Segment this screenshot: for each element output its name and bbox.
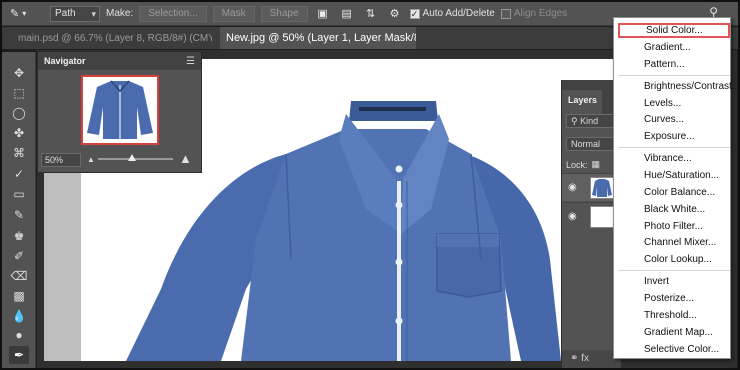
blur-tool-icon[interactable]: 💧 [9,307,29,325]
zoom-field[interactable]: 50% [41,153,81,167]
zoom-in-icon[interactable]: ▲ [179,151,192,166]
mask-button[interactable]: Mask [212,5,255,22]
menu-item-color-lookup[interactable]: Color Lookup... [618,252,730,267]
menu-item-pattern[interactable]: Pattern... [618,57,730,72]
align-edges-checkbox[interactable]: Align Edges [500,8,568,19]
layer-thumbnail [590,177,614,199]
pen-icon: ✎ [10,8,20,20]
tab-label: main.psd @ 66.7% (Layer 8, RGB/8#) (CMYK… [18,32,212,44]
menu-separator [618,270,730,271]
menu-item-color-balance[interactable]: Color Balance... [618,185,730,200]
eraser-tool-icon[interactable]: ⌫ [9,267,29,285]
lock-label: Lock: [566,159,588,170]
link-icon[interactable]: ⚭ [570,353,578,364]
menu-item-curves[interactable]: Curves... [618,112,730,127]
shape-button[interactable]: Shape [260,5,308,22]
eyedropper-tool-icon[interactable]: ✓ [9,165,29,183]
navigator-header: Navigator ☰ [38,52,201,70]
lock-row: Lock: ▦ [566,159,600,170]
menu-item-photo-filter[interactable]: Photo Filter... [618,219,730,234]
history-brush-tool-icon[interactable]: ✐ [9,247,29,265]
navigator-panel: Navigator ☰ 50% ▲ ▲ [37,51,202,173]
menu-item-gradient-map[interactable]: Gradient Map... [618,325,730,340]
marquee-tool-icon[interactable]: ⬚ [9,84,29,102]
lock-transparent-icon[interactable]: ▦ [592,159,601,170]
menu-item-levels[interactable]: Levels... [618,96,730,111]
zoom-slider-handle[interactable] [128,154,136,161]
path-arrangement-icon[interactable]: ⇅ [362,6,380,22]
chevron-down-icon: ▾ [22,9,27,18]
menu-item-brightness-contrast[interactable]: Brightness/Contrast... [618,79,740,94]
make-label: Make: [106,8,134,19]
path-operations-icon[interactable]: ▣ [314,6,332,22]
kind-label: Kind [580,116,599,126]
shirt-thumbnail-image [592,179,612,197]
lasso-tool-icon[interactable]: ◯ [9,104,29,122]
align-edges-label: Align Edges [513,8,568,19]
menu-item-channel-mixer[interactable]: Channel Mixer... [618,235,730,250]
adjustment-layer-menu: Solid Color... Gradient... Pattern... Br… [613,17,740,359]
menu-item-solid-color[interactable]: Solid Color... [618,23,730,38]
shirt-thumbnail-image [87,80,153,139]
auto-add-delete-label: Auto Add/Delete [422,8,495,19]
menu-item-threshold[interactable]: Threshold... [618,308,730,323]
checkbox-box-icon [500,8,511,19]
auto-add-delete-checkbox[interactable]: ✓ Auto Add/Delete [409,8,495,19]
healing-brush-tool-icon[interactable]: ▭ [9,185,29,203]
menu-item-vibrance[interactable]: Vibrance... [618,151,730,166]
zoom-out-icon[interactable]: ▲ [87,155,95,164]
gradient-tool-icon[interactable]: ▩ [9,287,29,305]
menu-item-hue-saturation[interactable]: Hue/Saturation... [618,168,730,183]
eye-icon[interactable]: ◉ [568,182,577,193]
selection-button[interactable]: Selection... [139,5,207,22]
navigator-preview[interactable] [81,75,159,145]
mode-select[interactable]: Path [50,5,100,22]
panel-menu-icon[interactable]: ☰ [186,56,195,67]
menu-item-black-white[interactable]: Black White... [618,202,730,217]
eye-icon[interactable]: ◉ [568,211,577,222]
menu-item-invert[interactable]: Invert [618,274,730,289]
brush-tool-icon[interactable]: ✎ [9,206,29,224]
tab-layers[interactable]: Layers [562,90,602,116]
menu-item-exposure[interactable]: Exposure... [618,129,730,144]
tool-preset-picker[interactable]: ✎ ▾ [10,6,44,22]
navigator-title: Navigator [44,56,86,66]
checkmark-icon: ✓ [409,8,420,19]
tab-label: New.jpg @ 50% (Layer 1, Layer Mask/8) * [226,32,416,44]
layer-thumbnail [590,206,614,228]
menu-item-selective-color[interactable]: Selective Color... [618,342,730,357]
dodge-tool-icon[interactable]: ● [9,326,29,344]
fx-button[interactable]: fx [581,353,589,364]
menu-item-gradient[interactable]: Gradient... [618,40,730,55]
menu-separator [618,147,730,148]
menu-separator [618,75,730,76]
crop-tool-icon[interactable]: ⌘ [9,144,29,162]
layers-panel: Layers ⚲ Kind Normal Lock: ▦ ◉ ◉ ⚭ fx [561,80,621,368]
search-icon: ⚲ [571,116,578,126]
quick-selection-tool-icon[interactable]: ✤ [9,124,29,142]
clone-stamp-tool-icon[interactable]: ♚ [9,227,29,245]
tab-main-psd[interactable]: main.psd @ 66.7% (Layer 8, RGB/8#) (CMYK… [12,27,212,49]
menu-item-posterize[interactable]: Posterize... [618,291,730,306]
path-alignment-icon[interactable]: ▤ [338,6,356,22]
move-tool-icon[interactable]: ✥ [9,64,29,82]
tab-new-jpg[interactable]: New.jpg @ 50% (Layer 1, Layer Mask/8) * … [220,27,416,49]
tools-panel: ✥ ⬚ ◯ ✤ ⌘ ✓ ▭ ✎ ♚ ✐ ⌫ ▩ 💧 ● ✒ [2,52,36,368]
pen-tool-icon[interactable]: ✒ [9,346,29,364]
gear-icon[interactable]: ⚙ [386,6,404,22]
